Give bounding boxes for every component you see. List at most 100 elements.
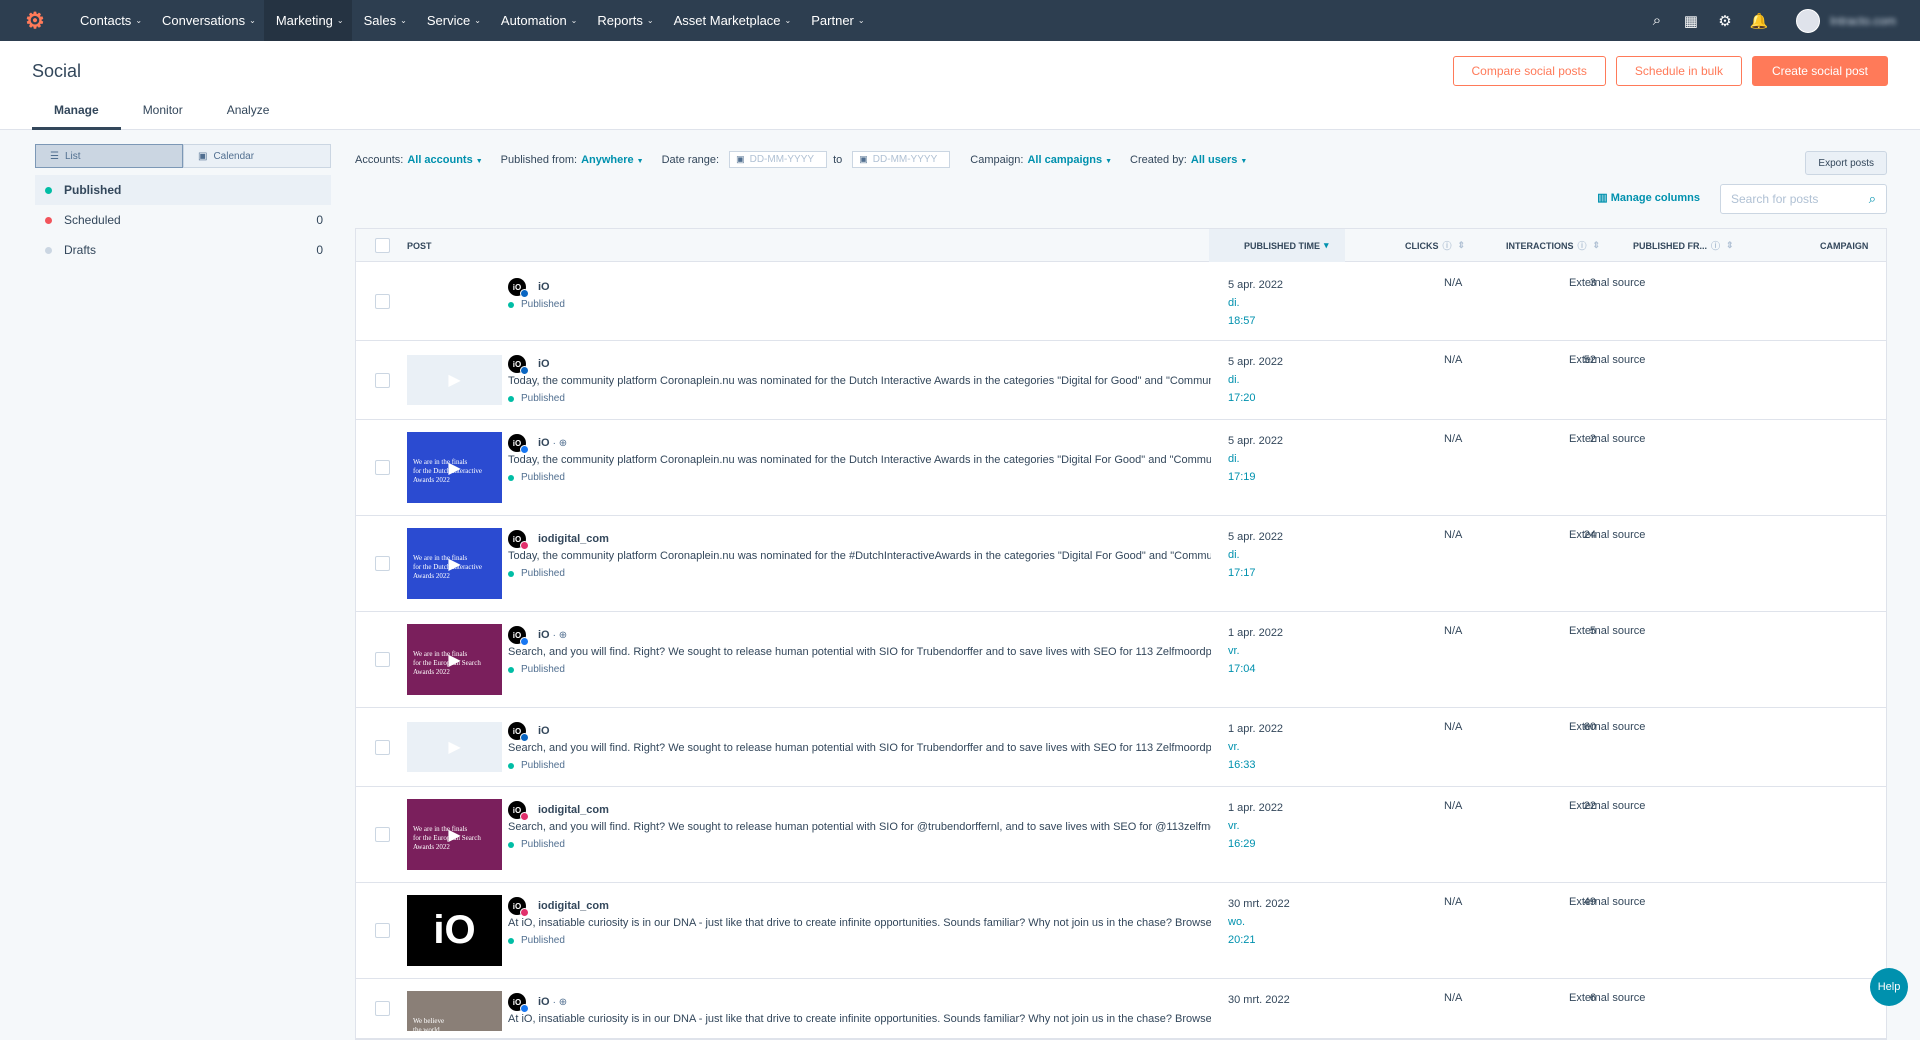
- row-checkbox[interactable]: [375, 923, 390, 938]
- account-name[interactable]: Intracto.com: [1830, 14, 1896, 28]
- calendar-view-toggle[interactable]: ▣ Calendar: [183, 144, 331, 168]
- post-thumbnail[interactable]: ▶: [407, 355, 502, 405]
- sidebar-item-drafts[interactable]: Drafts 0: [35, 235, 331, 265]
- campaign-filter-label: Campaign:: [970, 153, 1024, 166]
- published-day: wo.: [1228, 916, 1246, 928]
- row-checkbox[interactable]: [375, 827, 390, 842]
- list-view-toggle[interactable]: ☰ List: [35, 144, 183, 168]
- sidebar-item-scheduled[interactable]: Scheduled 0: [35, 205, 331, 235]
- search-input[interactable]: Search for posts ⌕: [1720, 184, 1887, 214]
- search-icon[interactable]: ⌕: [1640, 12, 1674, 29]
- published-time: 5 apr. 2022 di. 17:17: [1228, 528, 1283, 582]
- table-row: We believethe worldruns oniOiO· ⊕At iO, …: [356, 979, 1886, 1039]
- notifications-icon[interactable]: 🔔: [1742, 12, 1776, 30]
- nav-conversations[interactable]: Conversations ⌄: [150, 0, 264, 41]
- linkedin-icon: [520, 733, 529, 742]
- post-thumbnail[interactable]: We are in the finals for the Dutch Intera…: [407, 528, 502, 599]
- account-name-text: iodigital_com: [538, 533, 609, 545]
- row-checkbox[interactable]: [375, 460, 390, 475]
- account-name: iodigital_com: [538, 533, 609, 545]
- published-date: 5 apr. 2022: [1228, 356, 1284, 368]
- post-text[interactable]: At iO, insatiable curiosity is in our DN…: [508, 1013, 1211, 1025]
- compare-social-posts-button[interactable]: Compare social posts: [1452, 56, 1606, 86]
- published-date: 5 apr. 2022: [1228, 531, 1284, 543]
- post-thumbnail[interactable]: We are in the finals for the European Sea…: [407, 624, 502, 695]
- date-to-label: to: [833, 153, 843, 166]
- post-text[interactable]: At iO, insatiable curiosity is in our DN…: [508, 917, 1211, 929]
- hubspot-logo-icon[interactable]: ⚙: [22, 8, 48, 34]
- row-checkbox[interactable]: [375, 372, 390, 388]
- row-checkbox[interactable]: [375, 739, 390, 755]
- column-published-time[interactable]: PUBLISHED TIME ▾: [1209, 229, 1345, 262]
- avatar[interactable]: [1795, 8, 1820, 33]
- campaign-filter-value: All campaigns: [1027, 153, 1103, 166]
- account-name-text: iO: [538, 437, 550, 449]
- post-text[interactable]: Today, the community platform Coronaplei…: [508, 375, 1211, 387]
- post-thumbnail[interactable]: We are in the finals for the Dutch Intera…: [407, 432, 502, 503]
- sort-icon: ⇕: [1592, 240, 1601, 250]
- sidebar-item-count: 0: [316, 213, 323, 227]
- nav-reports[interactable]: Reports ⌄: [585, 0, 661, 41]
- row-checkbox[interactable]: [375, 293, 390, 309]
- post-thumbnail[interactable]: ▶: [407, 722, 502, 772]
- clicks-value: N/A: [1444, 625, 1463, 637]
- created-by-dropdown[interactable]: All users ▼: [1191, 154, 1247, 166]
- tab-monitor[interactable]: Monitor: [121, 103, 205, 129]
- settings-icon[interactable]: ⚙: [1708, 12, 1742, 30]
- campaign-filter-dropdown[interactable]: All campaigns ▼: [1027, 154, 1112, 166]
- column-published-from[interactable]: PUBLISHED FR... ⓘ ⇕: [1633, 229, 1734, 262]
- marketplace-icon[interactable]: ▦: [1674, 12, 1708, 30]
- column-clicks[interactable]: CLICKS ⓘ ⇕: [1405, 229, 1465, 262]
- published-from-dropdown[interactable]: Anywhere ▼: [581, 154, 644, 166]
- schedule-in-bulk-button[interactable]: Schedule in bulk: [1615, 56, 1742, 86]
- tab-analyze[interactable]: Analyze: [205, 103, 292, 129]
- post-text[interactable]: Search, and you will find. Right? We sou…: [508, 742, 1211, 754]
- nav-contacts[interactable]: Contacts ⌄: [68, 0, 150, 41]
- sidebar-item-published[interactable]: Published: [35, 175, 331, 205]
- post-status: Published: [508, 299, 565, 310]
- facebook-icon: [520, 637, 529, 646]
- column-interactions[interactable]: INTERACTIONS ⓘ ⇕: [1506, 229, 1600, 262]
- post-text[interactable]: Today, the community platform Coronaplei…: [508, 454, 1211, 466]
- thumbnail-text: We believethe worldruns on: [413, 1017, 444, 1031]
- nav-marketing[interactable]: Marketing ⌄: [263, 0, 352, 41]
- status-dot: [508, 570, 514, 577]
- nav-service[interactable]: Service ⌄: [415, 0, 489, 41]
- nav-partner[interactable]: Partner ⌄: [799, 0, 872, 41]
- manage-columns-link[interactable]: ▥ Manage columns: [1597, 191, 1700, 204]
- published-day: di.: [1228, 453, 1240, 465]
- account-name: iO: [538, 725, 550, 737]
- tab-manage[interactable]: Manage: [32, 103, 121, 130]
- search-icon[interactable]: ⌕: [1869, 191, 1876, 207]
- accounts-filter-dropdown[interactable]: All accounts ▼: [407, 154, 482, 166]
- account-name-text: iO: [538, 725, 550, 737]
- post-text[interactable]: Today, the community platform Coronaplei…: [508, 550, 1211, 562]
- post-thumbnail[interactable]: We are in the finals for the European Sea…: [407, 799, 502, 870]
- account-avatar: iO: [508, 355, 529, 375]
- date-to-field[interactable]: ▣ DD-MM-YYYY: [852, 151, 951, 168]
- accounts-filter-label: Accounts:: [355, 153, 404, 166]
- row-checkbox[interactable]: [375, 556, 390, 571]
- create-social-post-button[interactable]: Create social post: [1751, 56, 1888, 86]
- row-checkbox[interactable]: [375, 1001, 390, 1016]
- table-header: POST PUBLISHED TIME ▾ CLICKS ⓘ ⇕ INTERACTIO…: [356, 229, 1886, 262]
- date-from-field[interactable]: ▣ DD-MM-YYYY: [729, 151, 828, 168]
- nav-asset-marketplace[interactable]: Asset Marketplace ⌄: [662, 0, 800, 41]
- columns-icon: ▥: [1597, 192, 1611, 204]
- post-thumbnail[interactable]: We believethe worldruns on: [407, 991, 502, 1031]
- account-name: iodigital_com: [538, 900, 609, 912]
- play-icon: ▶: [448, 739, 461, 756]
- nav-automation[interactable]: Automation ⌄: [489, 0, 585, 41]
- post-text[interactable]: Search, and you will find. Right? We sou…: [508, 821, 1211, 833]
- help-button[interactable]: Help: [1870, 968, 1908, 1006]
- post-thumbnail[interactable]: iO: [407, 895, 502, 966]
- thumbnail-text-line: for the European Search: [413, 834, 481, 842]
- row-checkbox[interactable]: [375, 652, 390, 667]
- post-text[interactable]: Search, and you will find. Right? We sou…: [508, 646, 1211, 658]
- chevron-down-icon: ⌄: [336, 16, 344, 25]
- export-posts-button[interactable]: Export posts: [1805, 151, 1887, 175]
- nav-sales[interactable]: Sales ⌄: [352, 0, 415, 41]
- thumbnail-text: We are in the finals for the European Sea…: [413, 650, 481, 677]
- select-all-checkbox[interactable]: [375, 238, 390, 253]
- sidebar-item-label: Scheduled: [64, 213, 121, 227]
